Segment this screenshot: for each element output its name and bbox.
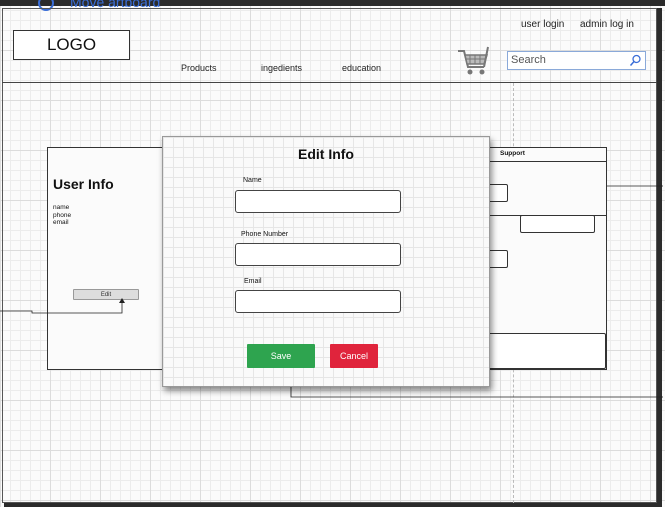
email-label: Email: [244, 278, 262, 285]
header-divider: [2, 82, 657, 83]
support-field-3[interactable]: [488, 250, 508, 268]
support-field-2[interactable]: [520, 215, 595, 233]
name-field[interactable]: [235, 190, 401, 213]
user-login-link[interactable]: user login: [521, 19, 564, 30]
search-placeholder: Search: [511, 54, 546, 66]
save-button[interactable]: Save: [247, 344, 315, 368]
nav-products[interactable]: Products: [181, 63, 217, 73]
admin-login-link[interactable]: admin log in: [580, 19, 634, 30]
phone-field[interactable]: [235, 243, 401, 266]
edit-flow-arrow: [0, 298, 125, 314]
search-input[interactable]: Search: [507, 51, 646, 70]
user-field-email: email: [53, 219, 69, 226]
support-title: Support: [500, 150, 525, 157]
email-field[interactable]: [235, 290, 401, 313]
edit-info-modal: Edit Info Name Phone Number Email Save C…: [162, 136, 490, 387]
user-field-name: name: [53, 204, 70, 211]
nav-ingredients[interactable]: ingedients: [261, 63, 302, 73]
shopping-cart-icon[interactable]: [456, 45, 490, 77]
frame-shadow-bottom: [4, 503, 662, 507]
cancel-button[interactable]: Cancel: [330, 344, 378, 368]
user-info-title: User Info: [53, 176, 114, 192]
support-divider: [488, 161, 607, 162]
wireframe-canvas: Move artboard LOGO Products ingedients e…: [0, 0, 665, 507]
phone-label: Phone Number: [241, 231, 289, 238]
name-label: Name: [243, 177, 262, 184]
support-message-field[interactable]: [488, 333, 606, 369]
support-field-1[interactable]: [488, 184, 508, 202]
search-icon[interactable]: [629, 54, 642, 67]
logo[interactable]: LOGO: [13, 30, 130, 60]
nav-education[interactable]: education: [342, 63, 381, 73]
user-field-phone: phone: [53, 211, 72, 219]
user-info-fields: name phone email: [53, 204, 71, 227]
modal-title: Edit Info: [298, 146, 354, 162]
frame-shadow-right: [657, 8, 662, 505]
